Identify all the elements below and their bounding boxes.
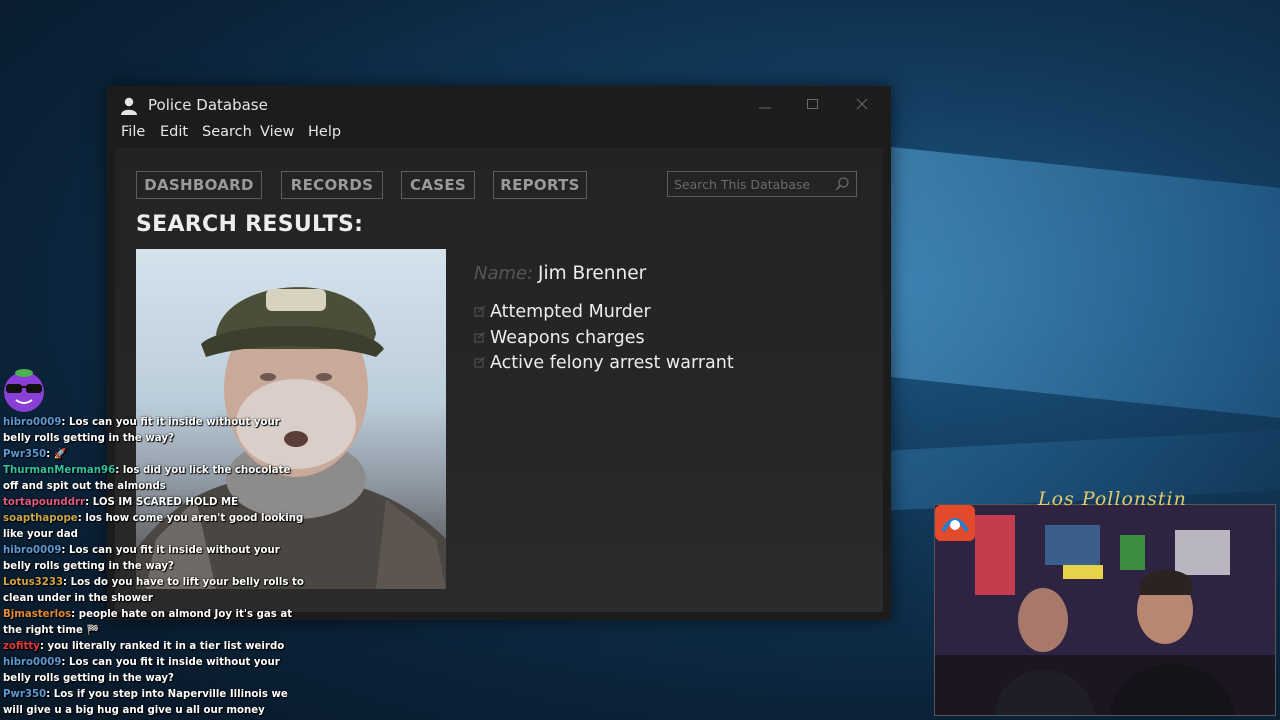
- chat-username[interactable]: Pwr350: [3, 449, 46, 460]
- minimize-icon: [759, 107, 771, 109]
- menu-bar: File Edit Search View Help: [107, 124, 891, 148]
- sunglasses-grape-emote-icon: [4, 369, 44, 412]
- name-label: Name:: [474, 263, 534, 284]
- menu-file[interactable]: File: [121, 124, 145, 140]
- chat-username[interactable]: ThurmanMerman96: [3, 465, 115, 476]
- search-results-heading: SEARCH RESULTS:: [136, 212, 364, 237]
- chat-message: Bjmasterlos: people hate on almond Joy i…: [3, 607, 308, 639]
- channel-logo-icon: [935, 505, 975, 541]
- menu-view[interactable]: View: [260, 124, 294, 140]
- user-icon: [121, 97, 137, 115]
- charge-item: Attempted Murder: [474, 302, 651, 322]
- chat-separator: :: [39, 641, 48, 652]
- chat-username[interactable]: Bjmasterlos: [3, 609, 71, 620]
- charge-item: Active felony arrest warrant: [474, 353, 734, 373]
- chat-username[interactable]: hibro0009: [3, 657, 61, 668]
- chat-separator: :: [63, 577, 71, 588]
- nav-reports-button[interactable]: REPORTS: [493, 171, 587, 199]
- search-input[interactable]: [674, 175, 829, 193]
- chat-message: tortapounddrr: LOS IM SCARED HOLD ME: [3, 495, 308, 511]
- checkbox-icon: [474, 306, 486, 317]
- chat-username[interactable]: Lotus3233: [3, 577, 63, 588]
- charge-text: Attempted Murder: [490, 302, 651, 322]
- search-icon[interactable]: [834, 176, 850, 192]
- close-button[interactable]: [845, 93, 879, 119]
- nav-records-button[interactable]: RECORDS: [281, 171, 383, 199]
- checkbox-icon: [474, 357, 486, 368]
- chat-message-text: you literally ranked it in a tier list w…: [47, 641, 285, 652]
- nav-dashboard-button[interactable]: DASHBOARD: [136, 171, 262, 199]
- wallpaper-light-beam: [880, 145, 1280, 425]
- webcam-scene: [935, 505, 1275, 715]
- maximize-icon: [807, 99, 818, 109]
- title-bar[interactable]: Police Database: [107, 86, 891, 124]
- checkbox-icon: [474, 332, 486, 343]
- chat-message: hibro0009: Los can you fit it inside wit…: [3, 655, 308, 687]
- chat-separator: :: [61, 657, 70, 668]
- chat-username[interactable]: zofitty: [3, 641, 40, 652]
- chat-message: hibro0009: Los can you fit it inside wit…: [3, 543, 308, 575]
- charge-item: Weapons charges: [474, 328, 645, 348]
- maximize-button[interactable]: [796, 93, 830, 119]
- chat-message: Lotus3233: Los do you have to lift your …: [3, 575, 308, 607]
- chat-message: ThurmanMerman96: los did you lick the ch…: [3, 463, 308, 495]
- chat-message-text: LOS IM SCARED HOLD ME: [92, 497, 239, 508]
- nav-cases-button[interactable]: CASES: [401, 171, 475, 199]
- close-icon: [856, 98, 868, 110]
- chat-separator: :: [46, 449, 54, 460]
- chat-separator: :: [46, 689, 54, 700]
- chat-username[interactable]: soapthapope: [3, 513, 78, 524]
- chat-separator: :: [61, 545, 70, 556]
- chat-separator: :: [71, 609, 79, 620]
- chat-message: zofitty: you literally ranked it in a ti…: [3, 639, 308, 655]
- window-title: Police Database: [148, 96, 268, 114]
- chat-message: Pwr350: Los if you step into Naperville …: [3, 687, 308, 719]
- chat-message: Pwr350: 🚀: [3, 447, 308, 463]
- chat-message-text: 🚀: [53, 449, 67, 460]
- charge-text: Active felony arrest warrant: [490, 353, 734, 373]
- chat-username[interactable]: hibro0009: [3, 545, 61, 556]
- name-value: Jim Brenner: [538, 263, 647, 284]
- search-box: [667, 171, 857, 197]
- minimize-button[interactable]: [748, 93, 782, 119]
- streamer-webcam: [934, 504, 1276, 716]
- menu-help[interactable]: Help: [308, 124, 341, 140]
- chat-username[interactable]: Pwr350: [3, 689, 46, 700]
- chat-separator: :: [61, 417, 70, 428]
- chat-separator: :: [85, 497, 93, 508]
- menu-search[interactable]: Search: [202, 124, 252, 140]
- chat-username[interactable]: hibro0009: [3, 417, 61, 428]
- chat-separator: :: [115, 465, 123, 476]
- charge-text: Weapons charges: [490, 328, 645, 348]
- chat-username[interactable]: tortapounddrr: [3, 497, 85, 508]
- streamer-signature-logo: Los Pollonstin: [1038, 488, 1187, 510]
- menu-edit[interactable]: Edit: [160, 124, 188, 140]
- chat-message: soapthapope: los how come you aren't goo…: [3, 511, 308, 543]
- chat-message: hibro0009: Los can you fit it inside wit…: [3, 415, 308, 447]
- stream-chat: hibro0009: Los can you fit it inside wit…: [3, 415, 308, 719]
